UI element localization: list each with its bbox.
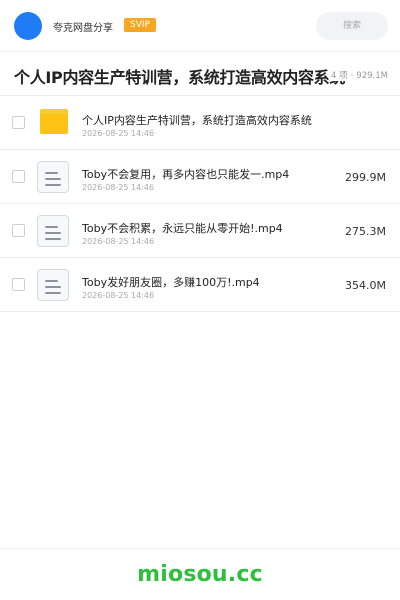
list-item[interactable]: Toby不会复用，再多内容也只能发一.mp4 2026-08-25 14:46 … xyxy=(0,150,400,204)
file-name[interactable]: Toby不会复用，再多内容也只能发一.mp4 xyxy=(82,166,289,182)
share-page: 夸克网盘分享 SVIP 搜索 个人IP内容生产特训营，系统打造高效内容系统 4 … xyxy=(0,0,400,600)
watermark: miosou.cc xyxy=(137,562,263,587)
footer: miosou.cc xyxy=(0,548,400,600)
list-item[interactable]: 个人IP内容生产特训营，系统打造高效内容系统 2026-08-25 14:46 xyxy=(0,96,400,150)
list-item[interactable]: Toby不会积累，永远只能从零开始!.mp4 2026-08-25 14:46 … xyxy=(0,204,400,258)
file-size: 275.3M xyxy=(345,225,386,238)
file-name[interactable]: 个人IP内容生产特训营，系统打造高效内容系统 xyxy=(82,112,312,128)
file-name[interactable]: Toby发好朋友圈，多赚100万!.mp4 xyxy=(82,274,260,290)
select-checkbox[interactable] xyxy=(12,116,25,129)
file-size: 299.9M xyxy=(345,171,386,184)
select-checkbox[interactable] xyxy=(12,224,25,237)
search-input[interactable]: 搜索 xyxy=(316,12,388,40)
total-size: 929.1M xyxy=(356,71,388,81)
item-count: 4 项 xyxy=(331,71,348,81)
file-date: 2026-08-25 14:46 xyxy=(82,129,155,138)
file-date: 2026-08-25 14:46 xyxy=(82,183,155,192)
select-checkbox[interactable] xyxy=(12,170,25,183)
file-name[interactable]: Toby不会积累，永远只能从零开始!.mp4 xyxy=(82,220,283,236)
document-icon xyxy=(37,161,69,193)
select-checkbox[interactable] xyxy=(12,278,25,291)
app-name: 夸克网盘分享 xyxy=(53,23,113,34)
header-bar: 夸克网盘分享 SVIP 搜索 xyxy=(0,0,400,52)
document-icon xyxy=(37,269,69,301)
file-size: 354.0M xyxy=(345,279,386,292)
list-item[interactable]: Toby发好朋友圈，多赚100万!.mp4 2026-08-25 14:46 3… xyxy=(0,258,400,312)
folder-icon xyxy=(37,107,69,139)
folder-title-row: 个人IP内容生产特训营，系统打造高效内容系统 4 项 · 929.1M xyxy=(0,52,400,96)
file-list: 个人IP内容生产特训营，系统打造高效内容系统 2026-08-25 14:46 … xyxy=(0,96,400,312)
meta-separator: · xyxy=(350,71,354,81)
page-title: 个人IP内容生产特训营，系统打造高效内容系统 xyxy=(14,68,346,87)
document-icon xyxy=(37,215,69,247)
folder-meta: 4 项 · 929.1M xyxy=(329,69,388,81)
file-date: 2026-08-25 14:46 xyxy=(82,291,155,300)
file-date: 2026-08-25 14:46 xyxy=(82,237,155,246)
svip-badge: SVIP xyxy=(124,18,156,32)
avatar[interactable] xyxy=(14,12,42,40)
